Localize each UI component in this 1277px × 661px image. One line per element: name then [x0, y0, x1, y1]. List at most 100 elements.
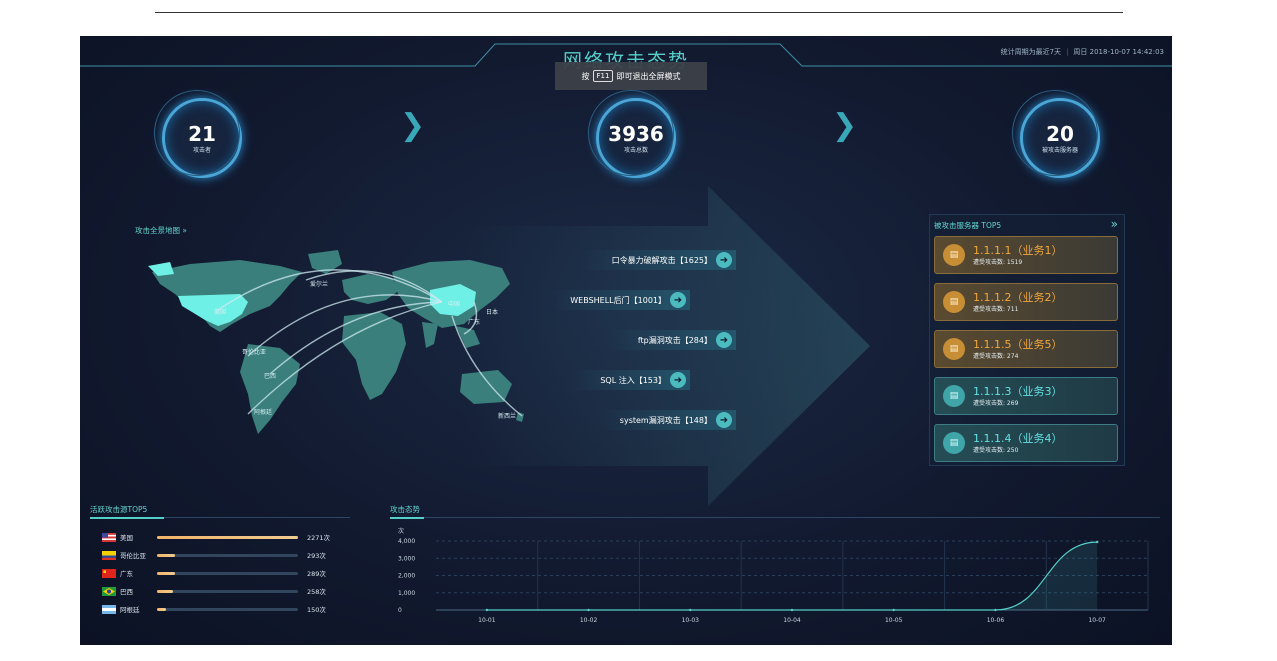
source-row: 哥伦比亚 293次 — [102, 548, 342, 562]
servers-title: 被攻击服务器 TOP5 — [934, 221, 1002, 230]
world-map[interactable]: 爱尔兰 美国 中国 日本 广东 哥伦比亚 巴西 阿根廷 新西兰 — [130, 244, 530, 444]
source-bar-fill — [157, 535, 298, 539]
trend-point — [892, 608, 895, 612]
servers-panel: 被攻击服务器 TOP5 » ▤ 1.1.1.1（业务1） 遭受攻击数: 1519… — [929, 214, 1125, 466]
trend-point — [994, 608, 997, 612]
source-bar-track — [157, 535, 298, 539]
header-status: 统计周期为最近7天 | 周日 2018-10-07 14:42:03 — [1001, 47, 1164, 57]
source-name: 巴西 — [120, 588, 133, 596]
source-row: 美国 2271次 — [102, 530, 342, 544]
server-card[interactable]: ▤ 1.1.1.1（业务1） 遭受攻击数: 1519 — [934, 236, 1118, 274]
attacked-servers-stat: 20 被攻击服务器 — [1012, 90, 1100, 178]
server-attack-count: 遭受攻击数: 274 — [973, 353, 1019, 360]
server-name: 1.1.1.4（业务4） — [973, 432, 1063, 445]
us-flag-icon — [102, 532, 116, 542]
source-name: 阿根廷 — [120, 606, 140, 614]
attack-type-item[interactable]: WEBSHELL后门【1001】 ➜ — [550, 290, 690, 310]
x-tick-label: 10-01 — [478, 617, 496, 624]
chevron-right-icon: ❯ — [832, 108, 858, 143]
x-tick-label: 10-05 — [885, 617, 903, 624]
server-card[interactable]: ▤ 1.1.1.3（业务3） 遭受攻击数: 269 — [934, 377, 1118, 415]
server-name: 1.1.1.5（业务5） — [973, 338, 1063, 351]
ring-outline — [1012, 90, 1098, 176]
attack-type-item[interactable]: 口令暴力破解攻击【1625】 ➜ — [580, 250, 736, 270]
source-bar-track — [157, 553, 298, 557]
attack-type-item[interactable]: system漏洞攻击【148】 ➜ — [600, 410, 736, 430]
arrow-right-icon: ➜ — [670, 372, 686, 388]
attack-type-item[interactable]: ftp漏洞攻击【284】 ➜ — [610, 330, 736, 350]
sources-divider — [90, 517, 350, 519]
map-label-guangdong: 广东 — [468, 318, 480, 326]
trend-area — [486, 542, 1098, 610]
arrow-right-icon: ➜ — [716, 332, 732, 348]
trend-divider — [390, 517, 1160, 519]
server-doc-icon: ▤ — [943, 244, 965, 266]
x-tick-label: 10-02 — [580, 617, 598, 624]
source-count: 2271次 — [307, 534, 331, 542]
total-attacks-stat: 3936 攻击总数 — [588, 90, 676, 178]
stat-period: 统计周期为最近7天 — [1000, 48, 1062, 56]
map-label-japan: 日本 — [486, 308, 498, 316]
source-name: 哥伦比亚 — [120, 552, 146, 560]
server-card[interactable]: ▤ 1.1.1.2（业务2） 遭受攻击数: 711 — [934, 283, 1118, 321]
attack-trend-chart: 次 0 1,000 2,000 3,000 4,000 10-01 10-02 10-03 10-… — [398, 527, 1149, 624]
arrow-right-icon: ➜ — [716, 252, 732, 268]
source-bar-fill — [157, 607, 167, 611]
x-tick-label: 10-07 — [1088, 617, 1106, 624]
source-bar-fill — [157, 589, 174, 593]
server-attack-count: 遭受攻击数: 711 — [973, 306, 1019, 313]
server-name: 1.1.1.3（业务3） — [973, 385, 1063, 398]
ring-outline — [154, 90, 240, 176]
attack-type-label: SQL 注入【153】 — [600, 375, 666, 385]
server-name: 1.1.1.2（业务2） — [973, 291, 1063, 304]
map-section-header[interactable]: 攻击全景地图 » — [135, 225, 187, 236]
arrow-right-icon: ➜ — [716, 412, 732, 428]
y-tick-label: 3,000 — [398, 555, 415, 562]
y-tick-label: 2,000 — [398, 573, 415, 580]
trend-point — [790, 608, 794, 612]
brazil-flag-icon — [102, 586, 116, 596]
map-label-usa: 美国 — [214, 308, 226, 316]
server-doc-icon: ▤ — [943, 291, 965, 313]
y-tick-label: 0 — [398, 607, 402, 614]
server-card[interactable]: ▤ 1.1.1.4（业务4） 遭受攻击数: 250 — [934, 424, 1118, 462]
sources-title: 活跃攻击源TOP5 — [90, 505, 148, 514]
attack-type-label: 口令暴力破解攻击【1625】 — [611, 255, 712, 265]
trend-title: 攻击态势 — [390, 505, 420, 514]
map-title: 攻击全景地图 — [135, 226, 180, 235]
source-row: 巴西 258次 — [102, 584, 342, 598]
header-divider: | — [1066, 48, 1069, 56]
trend-point — [485, 608, 489, 612]
fullscreen-tip-prefix: 按 — [581, 71, 590, 81]
attack-type-item[interactable]: SQL 注入【153】 ➜ — [570, 370, 690, 390]
trend-divider-accent — [390, 517, 424, 519]
colombia-flag-icon — [102, 550, 116, 560]
source-count: 258次 — [307, 588, 326, 596]
attack-type-label: WEBSHELL后门【1001】 — [570, 295, 666, 305]
double-chevron-icon[interactable]: » — [1111, 217, 1118, 231]
source-bar-fill — [157, 571, 175, 575]
map-label-china: 中国 — [448, 300, 460, 308]
chevron-right-icon: ❯ — [400, 108, 426, 143]
trend-point — [689, 608, 692, 612]
server-name: 1.1.1.1（业务1） — [973, 244, 1063, 257]
arrow-right-icon: ➜ — [670, 292, 686, 308]
source-name: 美国 — [120, 534, 133, 542]
attack-type-label: ftp漏洞攻击【284】 — [637, 335, 712, 345]
x-tick-label: 10-04 — [783, 617, 801, 624]
fullscreen-tip: 按 F11 即可退出全屏模式 — [555, 62, 707, 90]
source-row: 广东 289次 — [102, 566, 342, 580]
server-attack-count: 遭受攻击数: 269 — [973, 400, 1019, 407]
usa-highlight — [178, 294, 248, 326]
trend-point — [1095, 540, 1099, 544]
server-attack-count: 遭受攻击数: 250 — [973, 447, 1019, 454]
source-count: 150次 — [307, 606, 326, 614]
server-card[interactable]: ▤ 1.1.1.5（业务5） 遭受攻击数: 274 — [934, 330, 1118, 368]
source-bar-track — [157, 571, 298, 575]
fullscreen-tip-suffix: 即可退出全屏模式 — [616, 71, 681, 81]
map-label-colombia: 哥伦比亚 — [242, 348, 266, 356]
trend-line — [486, 541, 1098, 611]
source-bar-track — [157, 607, 298, 611]
attack-type-label: system漏洞攻击【148】 — [619, 415, 712, 425]
x-tick-label: 10-03 — [682, 617, 700, 624]
